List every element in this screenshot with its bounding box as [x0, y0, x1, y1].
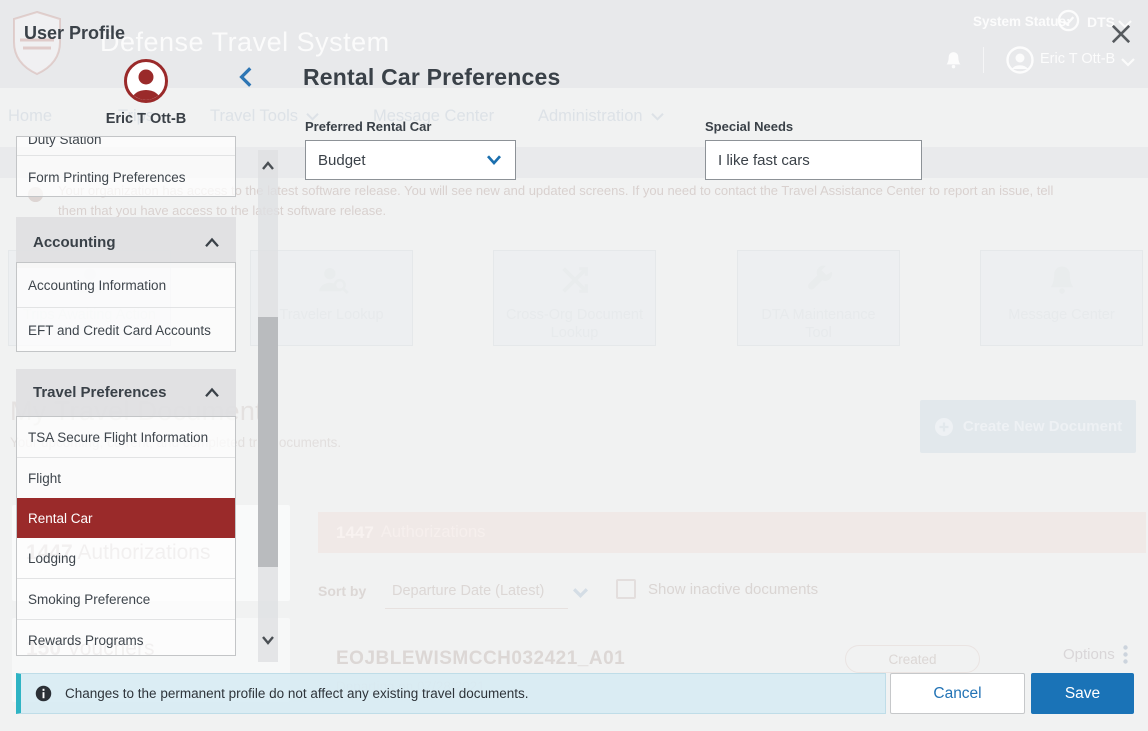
- preferred-rental-car-label: Preferred Rental Car: [305, 119, 431, 134]
- sidebar-item-form-printing-preferences[interactable]: Form Printing Preferences: [17, 155, 235, 197]
- sidebar-scrollbar-thumb[interactable]: [258, 317, 278, 567]
- system-status-label: System Status:: [973, 14, 1071, 29]
- back-chevron-icon[interactable]: [234, 64, 260, 90]
- show-inactive-checkbox: [616, 579, 636, 599]
- sort-select-underline: [385, 608, 568, 609]
- tile-dta-maintenance-tool: DTA Maintenance Tool: [737, 250, 900, 346]
- header-user-name: Eric T Ott-B: [1040, 51, 1115, 67]
- cancel-button[interactable]: Cancel: [890, 673, 1025, 714]
- sidebar-item-tsa-secure-flight[interactable]: TSA Secure Flight Information: [17, 417, 235, 457]
- sidebar-item-smoking-preference[interactable]: Smoking Preference: [17, 578, 235, 619]
- sort-by-select: Departure Date (Latest): [392, 583, 544, 599]
- chevron-down-icon: [485, 153, 503, 167]
- sidebar-group-accounting[interactable]: Accounting: [16, 217, 236, 268]
- scroll-down-button[interactable]: [260, 632, 276, 648]
- sidebar-item-rewards-programs[interactable]: Rewards Programs: [17, 619, 235, 656]
- document-options-button: Options: [1063, 645, 1128, 664]
- nav-item-travel-tools: Travel Tools: [210, 107, 320, 126]
- system-status-check-icon: [1057, 9, 1080, 32]
- sidebar-group-travel-preferences[interactable]: Travel Preferences: [16, 369, 236, 416]
- banner-text-line2: them that you have access to the latest …: [58, 203, 386, 218]
- nav-item-administration: Administration: [538, 107, 665, 126]
- nav-item-home: Home: [8, 107, 52, 126]
- plus-circle-icon: [934, 417, 954, 437]
- show-inactive-label: Show inactive documents: [648, 581, 818, 598]
- sidebar-item-accounting-information[interactable]: Accounting Information: [17, 263, 235, 307]
- chevron-up-icon: [203, 236, 221, 249]
- sidebar-box-travel-preferences: TSA Secure Flight Information Flight Ren…: [16, 416, 236, 656]
- header-divider: [983, 47, 984, 73]
- close-icon[interactable]: [1104, 17, 1138, 51]
- profile-user-name: Eric T Ott-B: [86, 111, 206, 127]
- tile-cross-org-document-lookup: Cross-Org Document Lookup: [493, 250, 656, 346]
- screen: Defense Travel System System Status: DTS…: [0, 0, 1148, 731]
- bell-icon: [1045, 263, 1079, 299]
- sidebar-item-duty-station[interactable]: Duty Station: [17, 136, 235, 155]
- sort-chevron-icon: [572, 586, 589, 599]
- page-title: Rental Car Preferences: [303, 64, 561, 91]
- sidebar-item-lodging[interactable]: Lodging: [17, 538, 235, 578]
- tile-message-center: Message Center: [980, 250, 1143, 346]
- sidebar-box-top: Duty Station Form Printing Preferences: [16, 136, 236, 197]
- notifications-bell-icon: [943, 49, 964, 71]
- profile-change-note: Changes to the permanent profile do not …: [16, 673, 886, 714]
- chevron-up-icon: [203, 386, 221, 399]
- sidebar-box-accounting: Accounting Information EFT and Credit Ca…: [16, 262, 236, 352]
- sidebar-item-rental-car[interactable]: Rental Car: [16, 498, 236, 538]
- kebab-menu-icon: [1123, 645, 1128, 664]
- document-status-badge: Created: [845, 645, 980, 673]
- preferred-rental-car-select[interactable]: Budget: [305, 140, 516, 180]
- special-needs-input[interactable]: I like fast cars: [705, 140, 922, 180]
- profile-avatar: [124, 59, 168, 103]
- info-icon: [35, 685, 52, 702]
- crossed-arrows-icon: [558, 263, 592, 299]
- document-name: EOJBLEWISMCCH032421_A01: [336, 648, 625, 670]
- brand-title: Defense Travel System: [100, 27, 390, 58]
- header-user-chevron-icon: [1120, 56, 1136, 68]
- header-user-avatar: [1006, 46, 1034, 74]
- create-new-document-button: Create New Document: [920, 400, 1136, 453]
- save-button[interactable]: Save: [1031, 673, 1134, 714]
- sidebar-item-flight[interactable]: Flight: [17, 457, 235, 498]
- sidebar-item-eft-credit-card[interactable]: EFT and Credit Card Accounts: [17, 307, 235, 352]
- modal-title: User Profile: [24, 23, 125, 44]
- sort-by-label: Sort by: [318, 583, 366, 599]
- special-needs-label: Special Needs: [705, 119, 793, 134]
- authorizations-list-header: 1447 Authorizations: [318, 512, 1146, 553]
- wrench-icon: [802, 263, 836, 299]
- nav-chevron-icon: [650, 111, 665, 122]
- person-icon: [127, 64, 165, 100]
- scroll-up-button[interactable]: [260, 158, 276, 174]
- person-search-icon: [315, 263, 349, 299]
